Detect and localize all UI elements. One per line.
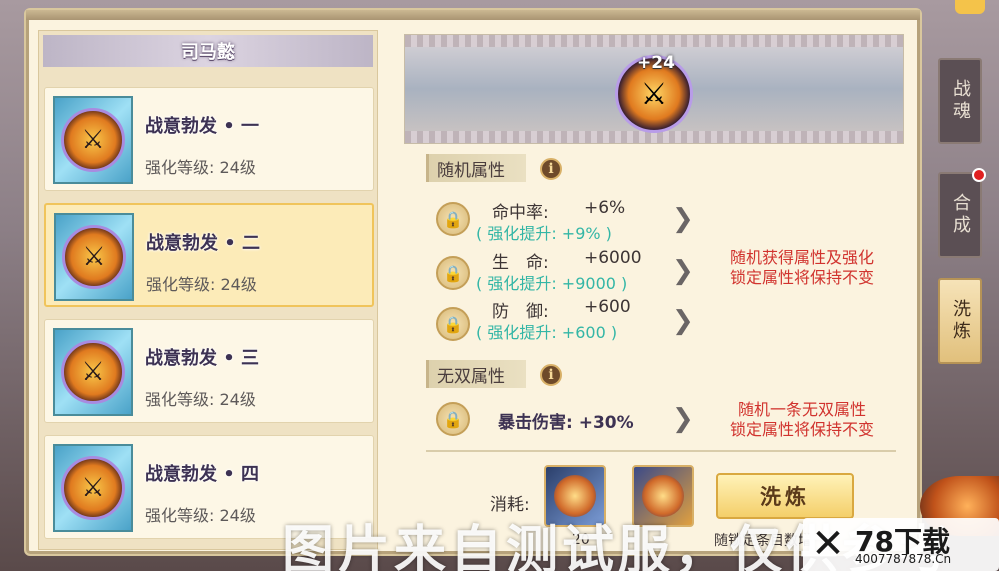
attr-value-def: +600 bbox=[584, 297, 631, 317]
skill-banner: ⚔ +24 bbox=[404, 34, 904, 144]
attr-boost-hit: ( 强化提升: +9% ) bbox=[476, 224, 612, 243]
attr-boost-hp: ( 强化提升: +9000 ) bbox=[476, 274, 628, 293]
skill-card-3[interactable]: ⚔ 战意勃发 • 三 强化等级: 24级 bbox=[44, 319, 374, 423]
refine-detail: ⚔ +24 随机属性 i 🔒 命中率: +6% ( 强化提升: +9% ) ❯ … bbox=[396, 30, 906, 550]
lock-icon[interactable]: 🔒 bbox=[436, 307, 470, 341]
refine-panel: 司马懿 ⚔ 战意勃发 • 一 强化等级: 24级 ⚔ 战意勃发 • 二 强化等级… bbox=[24, 8, 922, 556]
skill-icon-frame: ⚔ bbox=[53, 444, 133, 532]
unique-attr-header: 无双属性 bbox=[426, 360, 526, 388]
chevron-right-icon: ❯ bbox=[672, 306, 694, 336]
unique-note: 随机一条无双属性 锁定属性将保持不变 bbox=[730, 400, 874, 440]
hero-name: 司马懿 bbox=[43, 35, 373, 67]
info-icon[interactable]: i bbox=[540, 158, 562, 180]
skill-level: 强化等级: 24级 bbox=[145, 506, 256, 525]
skill-level: 强化等级: 24级 bbox=[146, 275, 257, 294]
unique-note-line1: 随机一条无双属性 bbox=[738, 400, 867, 419]
skill-title: 战意勃发 • 四 bbox=[145, 464, 260, 485]
random-note: 随机获得属性及强化 锁定属性将保持不变 bbox=[730, 248, 874, 288]
warrior-medal-icon: ⚔ bbox=[62, 225, 126, 289]
skill-title: 战意勃发 • 一 bbox=[145, 116, 260, 137]
chevron-right-icon: ❯ bbox=[672, 204, 694, 234]
random-attr-header: 随机属性 bbox=[426, 154, 526, 182]
banner-pattern-top bbox=[405, 35, 903, 47]
skill-level: 强化等级: 24级 bbox=[145, 158, 256, 177]
skill-icon-frame: ⚔ bbox=[54, 213, 134, 301]
site-logo-url: 4007787878.Cn bbox=[855, 552, 952, 566]
warrior-medal-icon: ⚔ bbox=[61, 340, 125, 404]
skill-title: 战意勃发 • 二 bbox=[146, 233, 261, 254]
tab-refine[interactable]: 洗炼 bbox=[938, 278, 982, 364]
tab-battle-soul[interactable]: 战魂 bbox=[938, 58, 982, 144]
random-note-line2: 锁定属性将保持不变 bbox=[730, 268, 875, 287]
skill-icon-frame: ⚔ bbox=[53, 328, 133, 416]
unique-note-line2: 锁定属性将保持不变 bbox=[730, 420, 875, 439]
enhance-level-badge: +24 bbox=[637, 53, 675, 73]
skill-card-1[interactable]: ⚔ 战意勃发 • 一 强化等级: 24级 bbox=[44, 87, 374, 191]
site-logo: ✕ 78下载 4007787878.Cn bbox=[803, 518, 999, 571]
notification-badge bbox=[972, 168, 986, 182]
section-divider bbox=[426, 450, 896, 452]
info-icon[interactable]: i bbox=[540, 364, 562, 386]
lock-icon[interactable]: 🔒 bbox=[436, 402, 470, 436]
skill-icon-frame: ⚔ bbox=[53, 96, 133, 184]
panel-top-trim bbox=[26, 10, 920, 20]
attr-value-hp: +6000 bbox=[584, 248, 642, 268]
tab-compose[interactable]: 合成 bbox=[938, 172, 982, 258]
attr-boost-def: ( 强化提升: +600 ) bbox=[476, 323, 618, 342]
site-logo-mark: ✕ bbox=[811, 521, 845, 567]
unique-attr: 暴击伤害: +30% bbox=[498, 413, 634, 433]
random-note-line1: 随机获得属性及强化 bbox=[730, 248, 875, 267]
attr-value-hit: +6% bbox=[584, 198, 626, 218]
lock-icon[interactable]: 🔒 bbox=[436, 256, 470, 290]
chevron-right-icon: ❯ bbox=[672, 404, 694, 434]
skill-title: 战意勃发 • 三 bbox=[145, 348, 260, 369]
skill-card-2[interactable]: ⚔ 战意勃发 • 二 强化等级: 24级 bbox=[44, 203, 374, 307]
skill-level: 强化等级: 24级 bbox=[145, 390, 256, 409]
lock-icon[interactable]: 🔒 bbox=[436, 202, 470, 236]
chevron-right-icon: ❯ bbox=[672, 256, 694, 286]
chat-button[interactable] bbox=[955, 0, 985, 14]
skill-list: 司马懿 ⚔ 战意勃发 • 一 强化等级: 24级 ⚔ 战意勃发 • 二 强化等级… bbox=[38, 30, 378, 550]
warrior-medal-icon: ⚔ bbox=[61, 456, 125, 520]
warrior-medal-icon: ⚔ bbox=[61, 108, 125, 172]
